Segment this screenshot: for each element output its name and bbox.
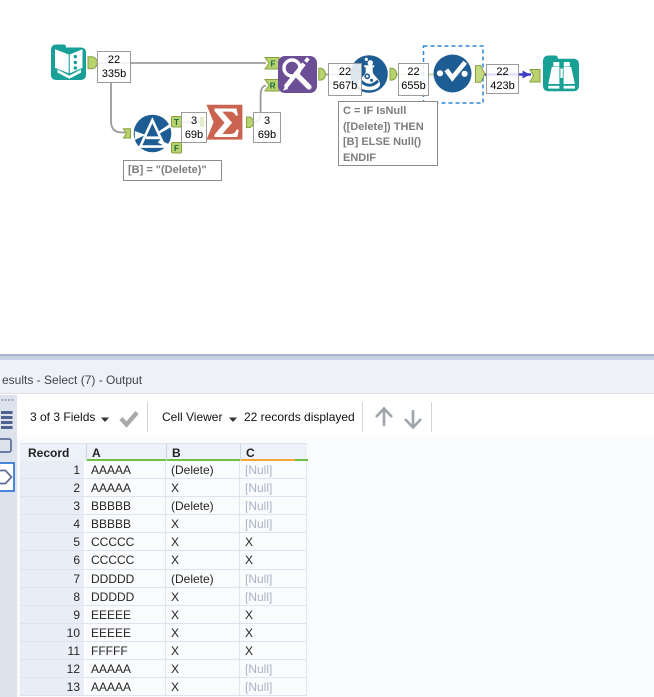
svg-text:R: R: [270, 81, 276, 90]
svg-text:F: F: [271, 60, 276, 69]
svg-text:T: T: [174, 118, 179, 127]
svg-text:F: F: [174, 144, 179, 153]
